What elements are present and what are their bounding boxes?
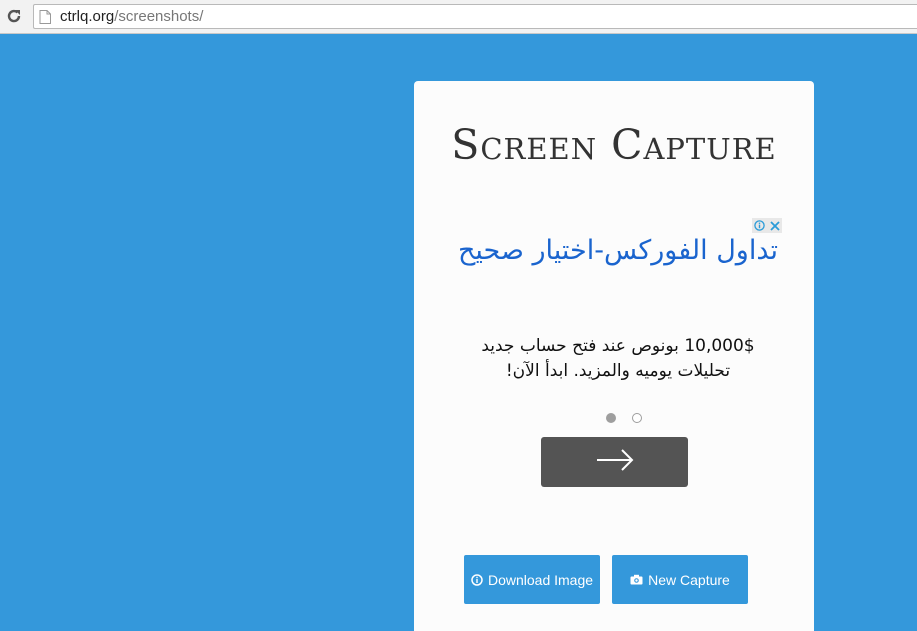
ad-body-line-1: 10,000$ بونوص عند فتح حساب جديد (481, 336, 755, 356)
page-title: Screen Capture (451, 121, 777, 169)
new-capture-button[interactable]: New Capture (612, 555, 748, 604)
page-icon (39, 9, 51, 24)
ad-headline-link[interactable]: تداول الفوركس-اختيار صحيح (454, 229, 782, 273)
url-path: /screenshots/ (114, 8, 204, 25)
download-image-label: Download Image (487, 571, 594, 588)
carousel-dot-2[interactable] (632, 413, 642, 423)
info-icon (471, 573, 483, 586)
ad-unit: تداول الفوركس-اختيار صحيح 10,000$ بونوص … (454, 218, 782, 504)
address-bar[interactable]: ctrlq.org/screenshots/ (33, 4, 917, 29)
camera-icon (630, 574, 643, 585)
carousel-dot-1[interactable] (606, 413, 616, 423)
action-buttons: Download Image New Capture (464, 555, 748, 604)
browser-toolbar: ctrlq.org/screenshots/ (0, 0, 917, 34)
url-text[interactable]: ctrlq.org/screenshots/ (60, 8, 203, 25)
url-host: ctrlq.org (60, 8, 115, 25)
arrow-right-icon (595, 447, 635, 478)
ad-body: 10,000$ بونوص عند فتح حساب جديد تحليلات … (454, 334, 782, 384)
reload-icon[interactable] (5, 7, 23, 25)
ad-body-line-2: تحليلات يوميه والمزيد. ابدأ الآن! (505, 361, 731, 381)
capture-card: Screen Capture تداول الفوركس-اختيار صحيح… (414, 81, 814, 631)
carousel-dots (454, 413, 794, 423)
ad-cta-button[interactable] (541, 437, 688, 487)
new-capture-label: New Capture (648, 571, 730, 588)
download-image-button[interactable]: Download Image (464, 555, 600, 604)
